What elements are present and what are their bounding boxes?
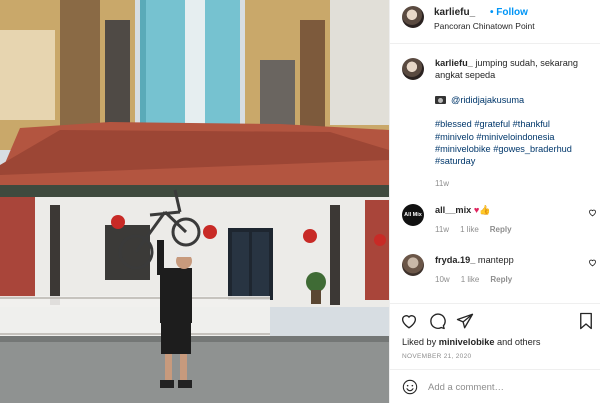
caption-timestamp[interactable]: 11w (435, 179, 449, 188)
commenter-username[interactable]: all__mix (435, 205, 471, 215)
post-details-panel: karliefu_ • Follow Pancoran Chinatown Po… (389, 0, 600, 403)
reply-button[interactable]: Reply (490, 225, 512, 234)
caption-avatar[interactable] (402, 58, 424, 80)
hashtag-link[interactable]: #gowes_braderhud (493, 144, 572, 154)
commenter-username[interactable]: fryda.19_ (435, 255, 475, 265)
paper-plane-icon[interactable] (456, 312, 474, 330)
author-avatar[interactable] (402, 6, 424, 28)
comment-likes[interactable]: 1 like (460, 225, 479, 234)
commenter-avatar[interactable]: All Mix (402, 204, 424, 226)
comment-text: fryda.19_ mantepp (435, 255, 514, 265)
caption-mention[interactable]: @rididjajakusuma (451, 94, 524, 106)
comment-like-icon[interactable] (588, 208, 597, 217)
hashtag-link[interactable]: #miniveloindonesia (476, 132, 554, 142)
heart-outline-icon[interactable] (400, 312, 418, 330)
avatar-text: All Mix (404, 212, 422, 218)
thumbs-up-icon: 👍 (479, 205, 491, 215)
comment-time[interactable]: 10w (435, 275, 450, 284)
post-header: karliefu_ • Follow Pancoran Chinatown Po… (390, 0, 600, 44)
comment-likes[interactable]: 1 like (461, 275, 480, 284)
hashtag-link[interactable]: #thankful (513, 119, 550, 129)
post-date[interactable]: NOVEMBER 21, 2020 (402, 353, 471, 360)
comment-item: All Mix all__mix ♥👍 11w 1 like Reply (390, 200, 600, 240)
hashtag-list: #blessed #grateful #thankful #minivelo #… (435, 118, 595, 168)
comment-text: all__mix ♥👍 (435, 205, 491, 216)
caption-mention-line: @rididjajakusuma (435, 94, 595, 106)
post-caption: karliefu_ jumping sudah, sekarang angkat… (435, 57, 595, 168)
hashtag-link[interactable]: #saturday (435, 156, 475, 166)
photo-scene (0, 0, 389, 403)
hashtag-link[interactable]: #blessed (435, 119, 472, 129)
comment-meta: 11w 1 like Reply (435, 225, 512, 234)
commenter-avatar[interactable] (402, 254, 424, 276)
smiley-icon[interactable] (402, 379, 418, 395)
comment-item: fryda.19_ mantepp 10w 1 like Reply (390, 250, 600, 290)
comment-body: mantepp (477, 255, 514, 265)
liked-by-rest[interactable]: and others (497, 337, 540, 347)
hashtag-link[interactable]: #grateful (474, 119, 510, 129)
hashtag-link[interactable]: #minivelo (435, 132, 474, 142)
hashtag-link[interactable]: #minivelobike (435, 144, 491, 154)
comment-time[interactable]: 11w (435, 225, 449, 234)
likes-summary: Liked by minivelobike and others (402, 337, 540, 347)
comment-bubble-icon[interactable] (428, 312, 446, 330)
add-comment-input[interactable] (428, 379, 588, 395)
caption-username[interactable]: karliefu_ (435, 58, 473, 68)
liked-by-label: Liked by (402, 337, 437, 347)
liked-by-user[interactable]: minivelobike (439, 337, 495, 347)
comment-like-icon[interactable] (588, 258, 597, 267)
author-username[interactable]: karliefu_ (434, 7, 475, 18)
camera-icon (435, 96, 446, 105)
post-actions: Liked by minivelobike and others NOVEMBE… (390, 303, 600, 369)
add-comment-bar (390, 369, 600, 403)
follow-button[interactable]: • Follow (490, 7, 528, 18)
reply-button[interactable]: Reply (490, 275, 512, 284)
bookmark-icon[interactable] (577, 312, 595, 330)
post-photo[interactable] (0, 0, 389, 403)
comment-meta: 10w 1 like Reply (435, 275, 512, 284)
post-location[interactable]: Pancoran Chinatown Point (434, 21, 535, 31)
